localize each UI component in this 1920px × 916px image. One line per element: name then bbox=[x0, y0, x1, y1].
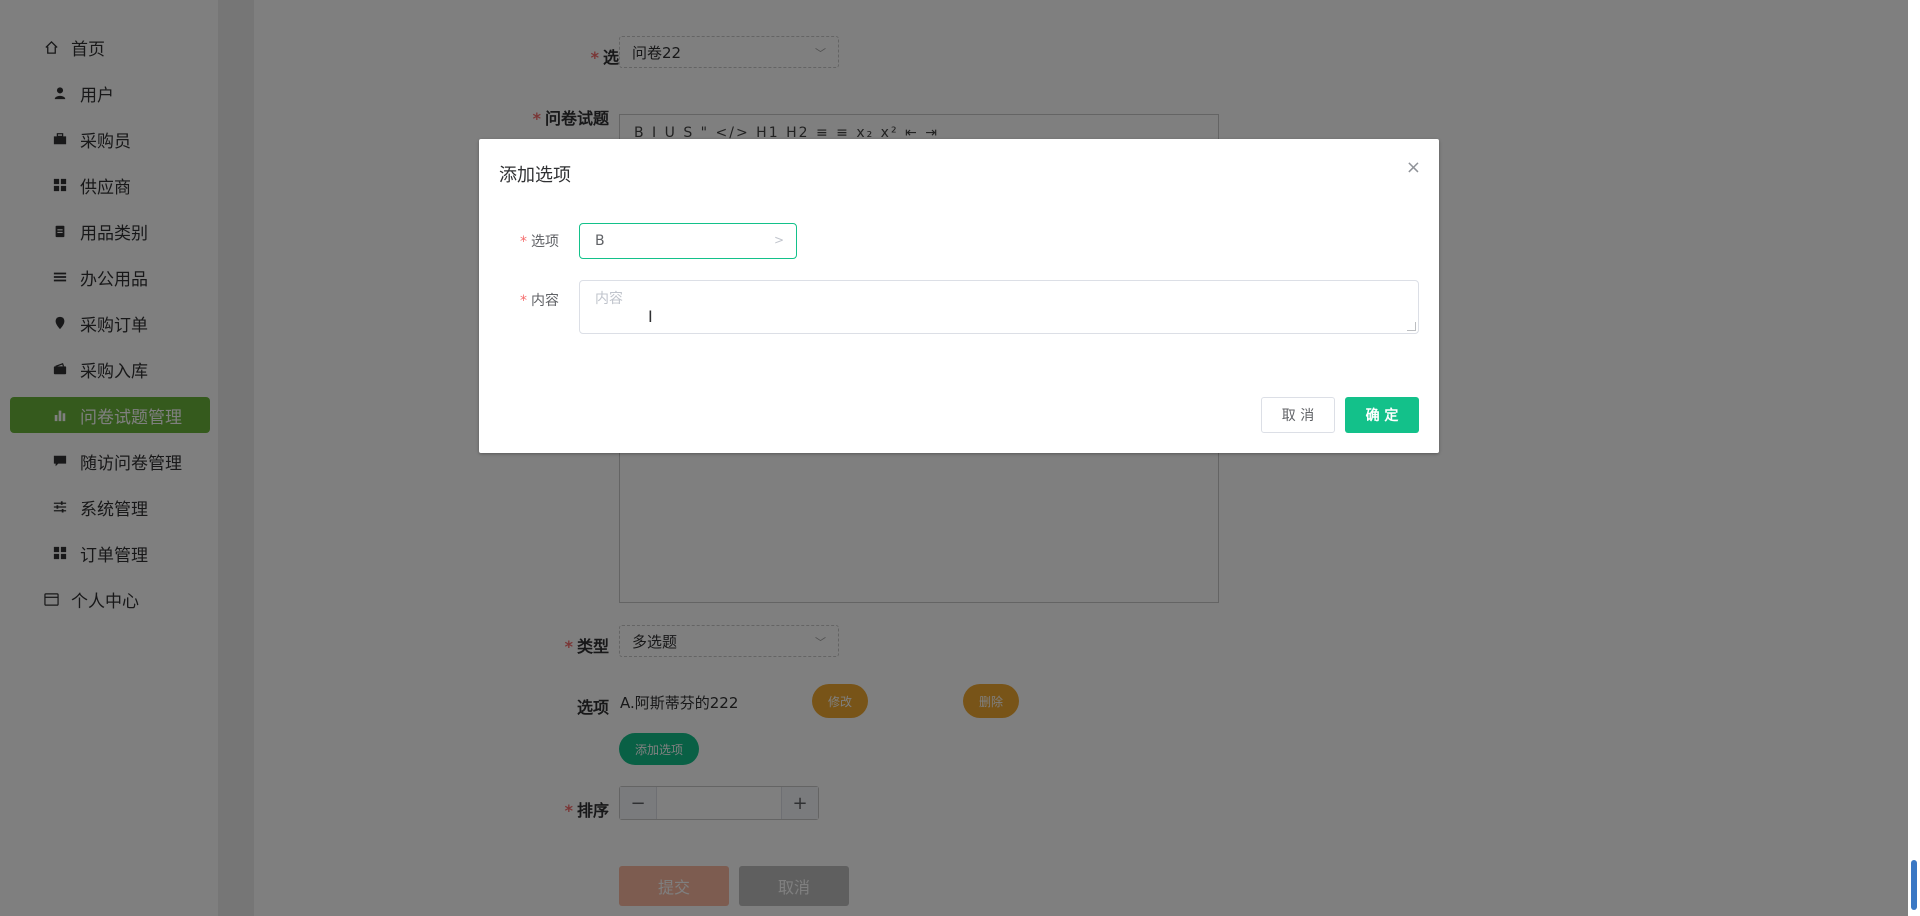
text-cursor-icon: I bbox=[648, 307, 653, 326]
close-icon[interactable]: × bbox=[1406, 157, 1421, 178]
add-option-dialog: 添加选项 × * 选项 B > * 内容 内容 I 取 消 确 定 bbox=[479, 139, 1439, 453]
scrollbar-thumb[interactable] bbox=[1911, 860, 1917, 910]
scrollbar[interactable] bbox=[1908, 0, 1920, 916]
content-label: * 内容 bbox=[520, 293, 559, 309]
modal-overlay[interactable] bbox=[0, 0, 1920, 916]
option-label: * 选项 bbox=[520, 234, 559, 250]
content-placeholder: 内容 bbox=[595, 291, 623, 307]
dialog-confirm-button[interactable]: 确 定 bbox=[1345, 397, 1419, 433]
dialog-title: 添加选项 bbox=[499, 165, 571, 186]
content-textarea[interactable]: 内容 bbox=[579, 280, 1419, 334]
resize-handle-icon[interactable] bbox=[1407, 322, 1416, 331]
chevron-right-icon: > bbox=[773, 233, 784, 247]
option-input[interactable]: B > bbox=[579, 223, 797, 259]
dialog-cancel-button[interactable]: 取 消 bbox=[1261, 397, 1335, 433]
option-value: B bbox=[595, 233, 605, 249]
